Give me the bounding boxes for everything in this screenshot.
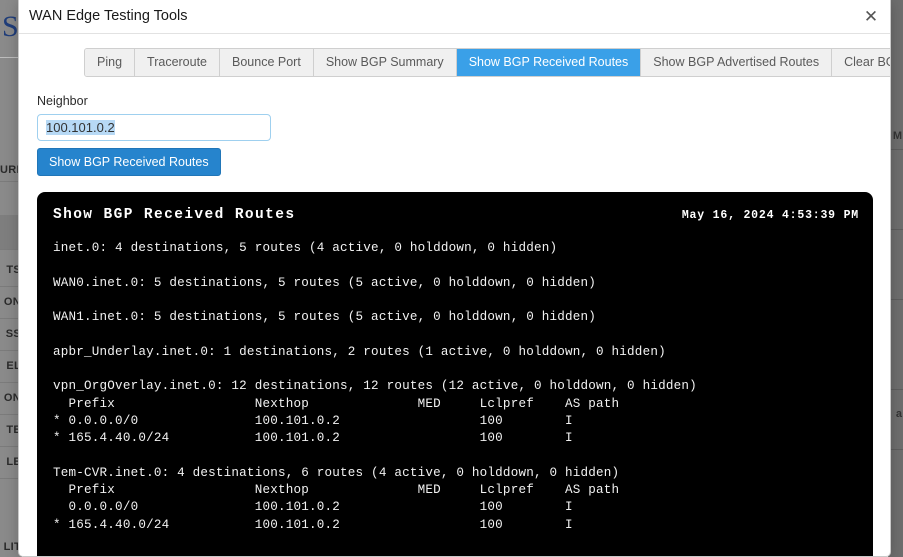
tab-show-bgp-summary[interactable]: Show BGP Summary	[313, 49, 457, 76]
terminal-output-text: inet.0: 4 destinations, 5 routes (4 acti…	[53, 241, 697, 532]
close-icon[interactable]: ✕	[858, 4, 884, 30]
wan-edge-testing-tools-dialog: WAN Edge Testing Tools ✕ Ping Traceroute…	[18, 0, 891, 557]
dialog-header: WAN Edge Testing Tools ✕	[19, 0, 890, 34]
tab-bounce-port[interactable]: Bounce Port	[220, 49, 314, 76]
tab-show-bgp-received-routes[interactable]: Show BGP Received Routes	[456, 49, 642, 76]
tab-traceroute[interactable]: Traceroute	[135, 49, 221, 76]
terminal-output-panel: Show BGP Received Routes May 16, 2024 4:…	[37, 192, 873, 556]
background-right-label-0: M	[892, 130, 902, 142]
terminal-timestamp: May 16, 2024 4:53:39 PM	[681, 209, 859, 222]
neighbor-label: Neighbor	[37, 94, 88, 108]
terminal-title: Show BGP Received Routes	[53, 207, 296, 223]
dialog-title: WAN Edge Testing Tools	[29, 8, 188, 24]
background-right-label-1: a	[895, 408, 902, 420]
tab-clear-bgp[interactable]: Clear BGP	[832, 49, 890, 76]
tab-ping[interactable]: Ping	[85, 49, 136, 76]
terminal-header: Show BGP Received Routes May 16, 2024 4:…	[37, 192, 873, 236]
background-logo: S	[2, 10, 19, 43]
neighbor-input[interactable]	[37, 114, 271, 141]
tab-bar: Ping Traceroute Bounce Port Show BGP Sum…	[19, 34, 890, 90]
tab-group: Ping Traceroute Bounce Port Show BGP Sum…	[84, 48, 890, 77]
tab-show-bgp-advertised-routes[interactable]: Show BGP Advertised Routes	[641, 49, 833, 76]
show-bgp-received-routes-button[interactable]: Show BGP Received Routes	[37, 148, 221, 176]
